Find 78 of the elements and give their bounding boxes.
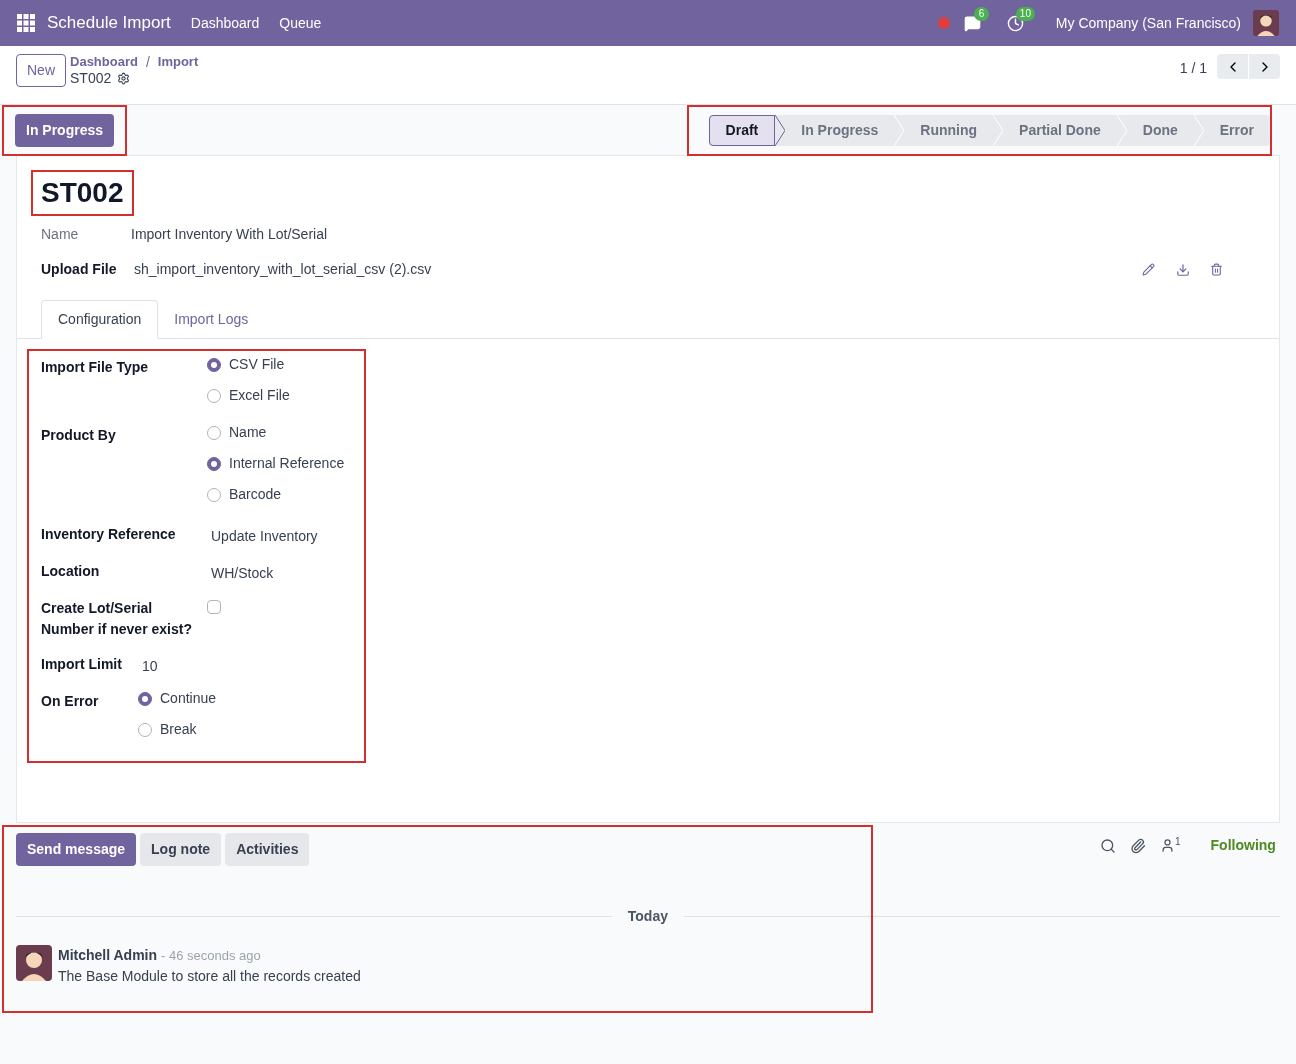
radio-label: CSV File <box>229 355 285 374</box>
pager-value: 1 / 1 <box>1179 59 1207 78</box>
followers-icon[interactable] <box>1160 838 1175 853</box>
field-value: Import Inventory With Lot/Serial <box>131 225 328 244</box>
chatter-button[interactable]: Activities <box>225 833 310 866</box>
edit-icon[interactable] <box>1142 263 1155 276</box>
status-stage[interactable]: Running <box>904 114 994 146</box>
field-label: Import File Type <box>41 358 150 377</box>
radio-button[interactable] <box>207 388 221 403</box>
settings-icon[interactable] <box>117 71 131 85</box>
radio-label: Continue <box>160 689 217 708</box>
chevron-divider <box>1116 114 1127 146</box>
status-stage[interactable]: Done <box>1126 114 1194 146</box>
radio-label: Name <box>229 423 267 442</box>
download-icon[interactable] <box>1176 262 1190 277</box>
radio-label: Barcode <box>229 485 282 504</box>
chevron-divider <box>1193 114 1204 146</box>
previous-button[interactable] <box>1217 54 1248 79</box>
record-name: ST002 <box>70 70 112 86</box>
delete-icon[interactable] <box>1210 263 1223 276</box>
followers-count: 1 <box>1175 835 1181 849</box>
chatter-button[interactable]: Send message <box>16 833 137 866</box>
tab[interactable]: Configuration <box>41 300 159 339</box>
app-title[interactable]: Schedule Import <box>47 10 171 36</box>
message-author: Mitchell Admin <box>58 946 158 965</box>
status-stage[interactable]: Partial Done <box>1003 114 1117 146</box>
file-name: sh_import_inventory_with_lot_serial_csv (2).csv <box>134 260 432 279</box>
radio-button[interactable] <box>207 425 221 440</box>
chatter-button[interactable]: Log note <box>140 833 222 866</box>
date-separator: Today <box>626 907 669 926</box>
record-title: ST002 <box>41 176 124 210</box>
chevron-divider <box>993 114 1004 146</box>
radio-button[interactable] <box>207 357 221 372</box>
badge: 10 <box>1015 6 1035 21</box>
radio-label: Excel File <box>229 386 290 405</box>
field-label: Upload File <box>41 260 118 279</box>
tab[interactable]: Import Logs <box>158 300 265 339</box>
field-label: Product By <box>41 426 117 445</box>
radio-button[interactable] <box>207 456 221 471</box>
menu-item[interactable]: Dashboard <box>190 12 260 34</box>
status-stage[interactable]: Error <box>1203 114 1270 146</box>
breadcrumb[interactable]: Import <box>157 54 199 70</box>
checkbox[interactable] <box>207 600 221 614</box>
field-label: Location <box>41 562 101 581</box>
radio-button[interactable] <box>138 722 152 737</box>
field-value: 10 <box>141 657 158 676</box>
radio-label: Break <box>160 720 197 739</box>
breadcrumb-separator: / <box>145 54 150 70</box>
message-time: - 46 seconds ago <box>161 947 261 965</box>
field-label: Inventory Reference <box>41 525 177 544</box>
radio-button[interactable] <box>207 487 221 502</box>
new-button[interactable]: New <box>16 54 66 87</box>
breadcrumb[interactable]: Dashboard <box>70 54 138 70</box>
field-label: Name <box>41 225 80 244</box>
company-name[interactable]: My Company (San Francisco) <box>1055 12 1241 34</box>
radio-label: Internal Reference <box>229 454 345 473</box>
next-button[interactable] <box>1249 54 1280 79</box>
field-label: Create Lot/Serial Number if never exist? <box>41 599 193 639</box>
radio-button[interactable] <box>138 691 152 706</box>
menu-item[interactable]: Queue <box>279 12 322 34</box>
status-stage[interactable]: Draft <box>708 114 776 146</box>
chevron-divider <box>894 114 905 146</box>
in-progress-button[interactable]: In Progress <box>15 113 115 147</box>
badge: 6 <box>973 6 990 21</box>
status-stage[interactable]: In Progress <box>785 114 895 146</box>
paperclip-icon[interactable] <box>1130 837 1146 854</box>
chat-icon[interactable] <box>963 14 981 32</box>
apps-grid-icon[interactable] <box>17 14 35 32</box>
search-icon[interactable] <box>1100 837 1116 854</box>
avatar <box>16 945 52 981</box>
chevron-divider <box>775 114 786 146</box>
field-label: Import Limit <box>41 655 123 674</box>
field-label: On Error <box>41 692 100 711</box>
following-button[interactable]: Following <box>1210 835 1276 856</box>
avatar <box>1253 10 1279 36</box>
message-body: The Base Module to store all the records created <box>58 967 361 986</box>
field-value: WH/Stock <box>210 564 274 583</box>
field-value: Update Inventory <box>210 527 318 546</box>
